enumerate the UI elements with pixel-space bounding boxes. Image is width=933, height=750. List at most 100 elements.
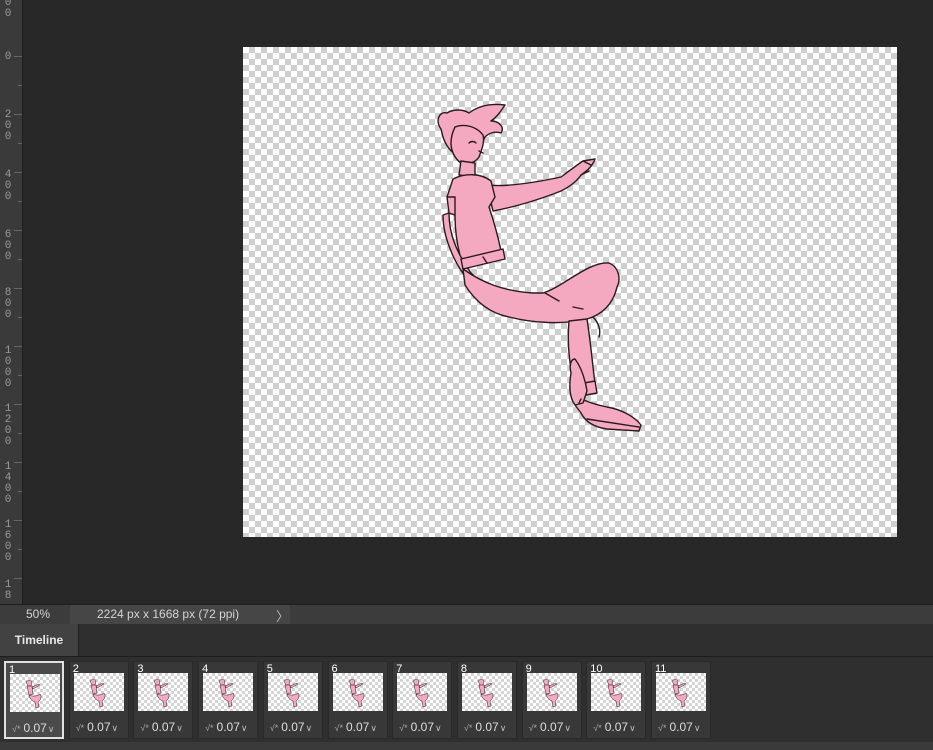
frame-delay-dropdown[interactable]: √* 0.07∨ (593, 720, 635, 734)
frame-delay-value: 0.07 (87, 720, 111, 734)
frame-disposal-icon: √* (140, 723, 149, 733)
ruler-label-400: 400 (4, 169, 12, 203)
vertical-ruler[interactable]: 00 0 200 400 600 800 1000 1200 1400 1600… (0, 0, 23, 604)
frame-thumbnail (591, 673, 642, 711)
ruler-label-0: 0 (4, 51, 12, 63)
chevron-down-icon: ∨ (240, 723, 248, 733)
chevron-down-icon: ∨ (47, 724, 55, 734)
frame-disposal-icon: √* (269, 723, 279, 733)
frame-thumbnail (267, 673, 318, 711)
timeline-panel-header: Timeline (0, 624, 933, 657)
ruler-tick (18, 491, 22, 492)
frame-delay-dropdown[interactable]: √* 0.07∨ (12, 721, 54, 735)
frame-delay-dropdown[interactable]: √* 0.07∨ (140, 720, 182, 734)
ruler-label-1000: 1000 (4, 345, 12, 390)
ruler-label-1600: 1600 (4, 519, 12, 564)
frame-delay-dropdown[interactable]: √* 0.07∨ (270, 720, 312, 734)
chevron-down-icon: ∨ (564, 723, 571, 733)
ruler-label-600: 600 (4, 229, 12, 263)
frame-thumbnail (526, 673, 577, 711)
status-arrow-icon[interactable]: 〉 (276, 606, 289, 625)
ruler-tick (14, 114, 22, 115)
timeline-frame[interactable]: 5 √* 0.07∨ (262, 661, 323, 739)
frame-delay-value: 0.07 (604, 720, 629, 734)
ruler-label-partial: 00 (4, 0, 12, 20)
tab-timeline[interactable]: Timeline (0, 624, 79, 656)
frame-delay-value: 0.07 (540, 720, 564, 734)
ruler-tick (18, 85, 22, 86)
frame-disposal-icon: √* (463, 723, 473, 733)
frame-delay-value: 0.07 (151, 720, 176, 734)
document-info: 2224 px x 1668 px (72 ppi) (97, 607, 240, 621)
frame-delay-dropdown[interactable]: √* 0.07∨ (335, 720, 377, 734)
ruler-tick (14, 346, 22, 347)
timeline-frame[interactable]: 2 √* 0.07∨ (68, 661, 129, 739)
ruler-tick (14, 520, 22, 521)
frame-delay-dropdown[interactable]: √* 0.07∨ (658, 720, 700, 734)
frame-delay-value: 0.07 (23, 721, 47, 735)
frame-thumbnail (10, 674, 60, 712)
ruler-label-1800: 18 (4, 579, 12, 602)
ruler-tick (18, 375, 22, 376)
ruler-tick (14, 404, 22, 405)
ruler-tick (18, 549, 22, 550)
chevron-down-icon: ∨ (305, 723, 313, 733)
frame-disposal-icon: √* (658, 723, 667, 733)
frame-thumbnail (203, 673, 254, 711)
timeline-panel: 1 √* 0.07∨ 2 √* 0.07∨ 3 √* 0.07∨ 4 √* 0.07∨ 5 √* 0.07∨… (0, 657, 933, 750)
timeline-frame[interactable]: 9 √* 0.07∨ (521, 661, 582, 739)
frame-thumbnail (332, 673, 383, 711)
workspace[interactable] (23, 0, 933, 604)
frame-delay-value: 0.07 (669, 720, 693, 734)
frame-disposal-icon: √* (75, 723, 85, 733)
ruler-label-800: 800 (4, 287, 12, 321)
frame-delay-value: 0.07 (475, 720, 499, 734)
frame-delay-dropdown[interactable]: √* 0.07∨ (205, 720, 247, 734)
frame-delay-dropdown[interactable]: √* 0.07∨ (399, 720, 441, 734)
frame-thumbnail (656, 673, 706, 711)
timeline-frame[interactable]: 3 √* 0.07∨ (133, 661, 194, 739)
status-bar: 50% 2224 px x 1668 px (72 ppi) 〉 (0, 604, 933, 625)
chevron-down-icon: ∨ (176, 723, 183, 733)
timeline-footer (0, 742, 933, 750)
frame-delay-value: 0.07 (345, 720, 370, 734)
ruler-tick (18, 433, 22, 434)
ruler-tick (18, 259, 22, 260)
ruler-tick (14, 172, 22, 173)
frame-thumbnail (73, 673, 124, 711)
frame-thumbnail (138, 673, 189, 711)
ruler-label-200: 200 (4, 109, 12, 143)
chevron-down-icon: ∨ (370, 723, 377, 733)
chevron-down-icon: ∨ (629, 723, 636, 733)
ruler-tick (14, 578, 22, 579)
timeline-frame[interactable]: 11 √* 0.07∨ (651, 661, 711, 739)
ruler-tick (14, 288, 22, 289)
frame-thumbnail (397, 673, 448, 711)
frame-disposal-icon: √* (12, 724, 21, 734)
frame-disposal-icon: √* (593, 723, 602, 733)
timeline-frame[interactable]: 1 √* 0.07∨ (4, 661, 64, 739)
frame-delay-dropdown[interactable]: √* 0.07∨ (529, 720, 571, 734)
frame-delay-dropdown[interactable]: √* 0.07∨ (464, 720, 506, 734)
frame-disposal-icon: √* (528, 723, 538, 733)
figure-illustration (437, 103, 642, 432)
timeline-frame[interactable]: 6 √* 0.07∨ (327, 661, 388, 739)
ruler-tick (18, 143, 22, 144)
frame-delay-dropdown[interactable]: √* 0.07∨ (76, 720, 118, 734)
timeline-frame[interactable]: 8 √* 0.07∨ (456, 661, 517, 739)
document-canvas[interactable] (243, 47, 897, 537)
ruler-tick (18, 201, 22, 202)
chevron-down-icon: ∨ (435, 723, 442, 733)
ruler-tick (14, 230, 22, 231)
timeline-frame[interactable]: 10 √* 0.07∨ (586, 661, 647, 739)
timeline-frame[interactable]: 4 √* 0.07∨ (198, 661, 259, 739)
ruler-label-1400: 1400 (4, 461, 12, 506)
chevron-down-icon: ∨ (499, 723, 507, 733)
ruler-tick (14, 462, 22, 463)
timeline-frame[interactable]: 7 √* 0.07∨ (392, 661, 453, 739)
ruler-tick (14, 56, 22, 57)
chevron-down-icon: ∨ (693, 723, 701, 733)
ruler-label-1200: 1200 (4, 403, 12, 448)
frame-delay-value: 0.07 (216, 720, 240, 734)
zoom-level[interactable]: 50% (26, 607, 50, 621)
